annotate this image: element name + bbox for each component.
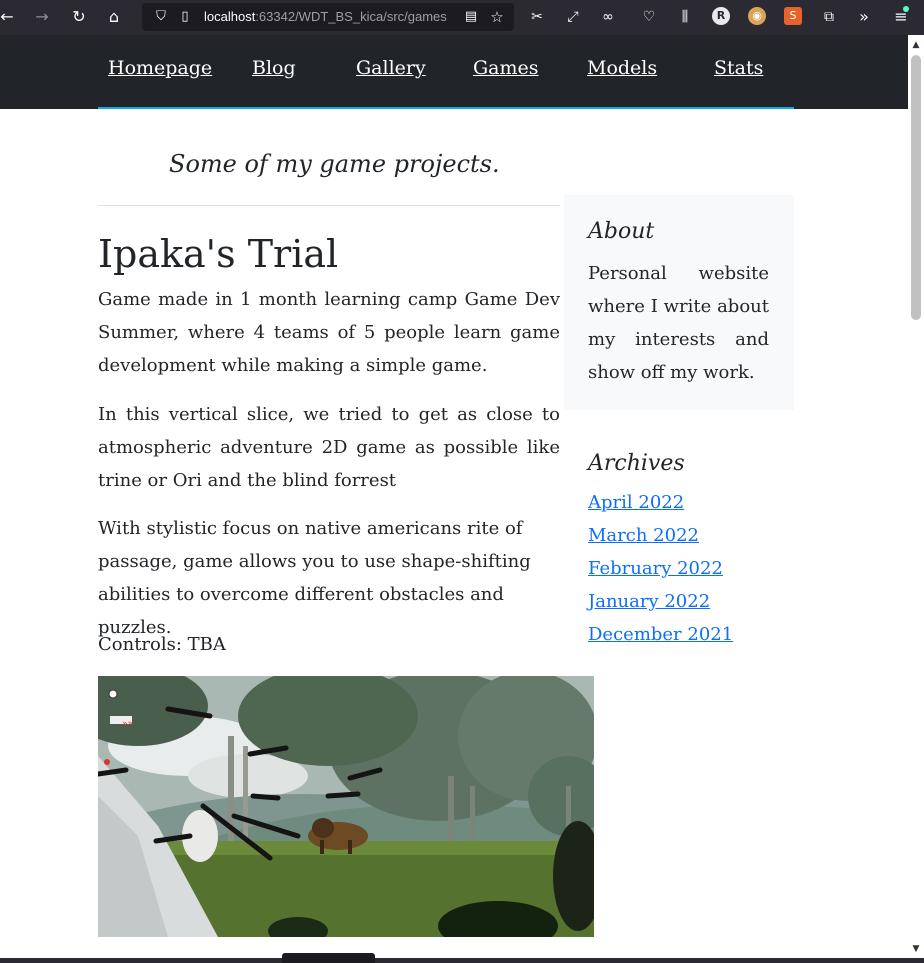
taskbar-strip (0, 958, 924, 963)
hamburger-menu-icon[interactable]: ≡ (888, 5, 914, 29)
nav-link-gallery[interactable]: Gallery (356, 57, 426, 79)
post-title: Ipaka's Trial (98, 232, 339, 276)
scroll-up-arrow-icon[interactable]: ▲ (908, 37, 924, 53)
fullscreen-icon[interactable]: ⤢ (560, 5, 586, 29)
nav-link-stats[interactable]: Stats (714, 57, 763, 79)
nav-accent-line (98, 107, 794, 109)
bookmark-star-icon[interactable]: ☆ (484, 5, 510, 29)
update-dot-icon (903, 6, 909, 12)
home-icon[interactable]: ⌂ (101, 5, 127, 29)
taskbar-tab[interactable] (282, 953, 375, 963)
nav-link-models[interactable]: Models (587, 57, 657, 79)
svg-text:»»: »» (122, 719, 133, 729)
archives-heading: Archives (588, 451, 685, 476)
extension-s-icon[interactable]: S (784, 7, 802, 25)
page-scrollbar[interactable]: ▲ ▼ (908, 35, 924, 958)
browser-toolbar: ← → ↻ ⌂ ⛉ ▯ localhost:63342/WDT_BS_kica/… (0, 0, 924, 35)
private-mask-icon[interactable]: ∞ (595, 5, 621, 29)
archive-link-april-2022[interactable]: April 2022 (588, 492, 684, 513)
url-text[interactable]: localhost:63342/WDT_BS_kica/src/games (204, 9, 454, 24)
url-host: localhost (204, 9, 256, 24)
about-card: About Personal website where I write abo… (564, 195, 794, 410)
url-bar[interactable]: ⛉ ▯ localhost:63342/WDT_BS_kica/src/game… (142, 3, 514, 31)
overflow-chevrons-icon[interactable]: » (851, 5, 877, 29)
shield-icon[interactable]: ⛉ (148, 5, 174, 29)
extension-owl-icon[interactable]: ◉ (748, 7, 766, 25)
extension-r-icon[interactable]: R (712, 7, 730, 25)
archive-link-december-2021[interactable]: December 2021 (588, 624, 733, 645)
post-paragraph: In this vertical slice, we tried to get … (98, 404, 560, 491)
screenshot-icon[interactable]: ✂ (524, 5, 550, 29)
nav-link-homepage[interactable]: Homepage (108, 57, 212, 79)
page-info-icon[interactable]: ▯ (172, 5, 198, 29)
back-icon[interactable]: ← (0, 5, 20, 29)
about-heading: About (588, 219, 655, 244)
forward-icon[interactable]: → (29, 5, 55, 29)
archive-link-january-2022[interactable]: January 2022 (588, 591, 710, 612)
scrollbar-thumb[interactable] (911, 55, 921, 320)
library-icon[interactable]: ⫼ (672, 5, 698, 29)
archive-link-march-2022[interactable]: March 2022 (588, 525, 699, 546)
url-path: :63342/WDT_BS_kica/src/games (255, 9, 447, 24)
post-paragraph: Game made in 1 month learning camp Game … (98, 289, 560, 376)
nav-link-blog[interactable]: Blog (252, 57, 296, 79)
nav-link-games[interactable]: Games (473, 57, 539, 79)
divider (98, 205, 560, 206)
post-controls: Controls: TBA (98, 634, 226, 655)
reload-icon[interactable]: ↻ (66, 5, 92, 29)
archive-link-february-2022[interactable]: February 2022 (588, 558, 723, 579)
reader-view-icon[interactable]: ▤ (458, 5, 484, 29)
pocket-icon[interactable]: ♡ (636, 5, 662, 29)
post-paragraph: With stylistic focus on native americans… (98, 518, 531, 638)
about-text: Personal website where I write about my … (588, 263, 769, 383)
page-tagline: Some of my game projects. (169, 150, 500, 178)
game-screenshot-image: »» (98, 676, 594, 937)
scroll-down-arrow-icon[interactable]: ▼ (908, 941, 924, 957)
extensions-puzzle-icon[interactable]: ⧉ (816, 5, 842, 29)
